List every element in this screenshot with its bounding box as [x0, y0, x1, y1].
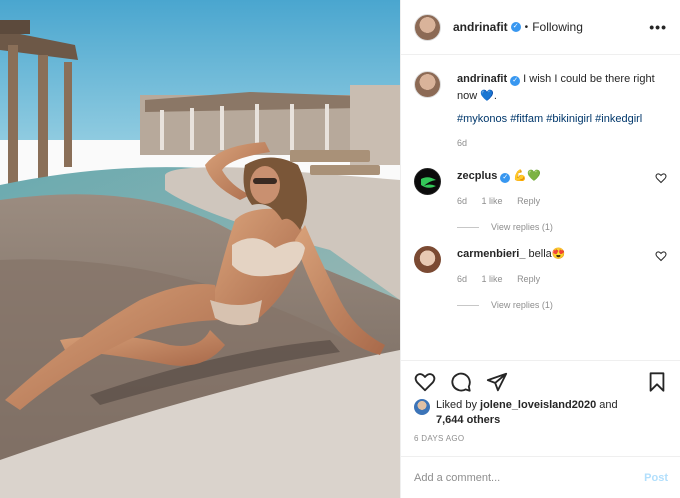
beach-pool-photo: [0, 0, 400, 498]
share-paper-plane-icon[interactable]: [486, 371, 508, 393]
view-replies-button[interactable]: View replies (1): [457, 300, 667, 310]
post-comment-button[interactable]: Post: [644, 472, 668, 484]
replies-divider: [457, 226, 479, 228]
add-comment-bar: Post: [401, 456, 680, 498]
comment-meta: 6d 1 like Reply: [457, 271, 667, 288]
comment-item: zecplus ✓ 💪💚 6d 1 like Reply: [414, 168, 667, 210]
author-avatar[interactable]: [414, 13, 441, 41]
caption-username[interactable]: andrinafit: [457, 73, 507, 85]
comment-avatar[interactable]: [414, 168, 441, 195]
caption-hashtags[interactable]: #mykonos #fitfam #bikinigirl #inkedgirl: [457, 111, 667, 127]
caption: andrinafit ✓ I wish I could be there righ…: [414, 71, 667, 152]
liked-by-and: and: [596, 399, 618, 411]
comment-text: bella😍: [525, 248, 566, 260]
like-comment-heart-icon[interactable]: [655, 172, 667, 184]
comment-meta: 6d 1 like Reply: [457, 193, 667, 210]
comment-username[interactable]: carmenbieri_: [457, 248, 525, 260]
caption-age: 6d: [457, 138, 468, 148]
post-header: andrinafit ✓ • Following •••: [401, 0, 680, 55]
caption-meta: 6d: [457, 135, 667, 152]
liker-avatar[interactable]: [414, 399, 430, 415]
comment-avatar[interactable]: [414, 246, 441, 273]
comment-input[interactable]: [414, 471, 645, 484]
comments-list: andrinafit ✓ I wish I could be there righ…: [401, 55, 680, 358]
view-replies-label: View replies (1): [491, 222, 553, 232]
like-heart-icon[interactable]: [414, 371, 436, 393]
comment-age: 6d: [457, 196, 468, 206]
comment-likes[interactable]: 1 like: [482, 274, 503, 284]
comment-likes[interactable]: 1 like: [482, 196, 503, 206]
post-photo[interactable]: [0, 0, 400, 498]
comment-item: carmenbieri_ bella😍 6d 1 like Reply: [414, 246, 667, 288]
liked-by: Liked by jolene_loveisland2020 and 7,644…: [414, 398, 618, 428]
view-replies-button[interactable]: View replies (1): [457, 222, 667, 232]
following-button[interactable]: Following: [532, 20, 583, 34]
more-options-icon[interactable]: •••: [649, 19, 667, 35]
verified-badge-icon: ✓: [510, 22, 521, 32]
post-timestamp: 6 DAYS AGO: [414, 434, 465, 443]
comment-bubble-icon[interactable]: [450, 371, 472, 393]
verified-badge-icon: ✓: [500, 173, 511, 183]
zecplus-logo-icon: [421, 177, 436, 188]
save-bookmark-icon[interactable]: [646, 371, 668, 393]
reply-button[interactable]: Reply: [517, 196, 540, 206]
likes-count[interactable]: 7,644 others: [436, 414, 500, 426]
caption-avatar[interactable]: [414, 71, 441, 98]
comment-age: 6d: [457, 274, 468, 284]
author-username[interactable]: andrinafit: [453, 20, 508, 34]
comment-username[interactable]: zecplus: [457, 170, 497, 182]
verified-badge-icon: ✓: [510, 76, 521, 86]
reply-button[interactable]: Reply: [517, 274, 540, 284]
separator-dot: •: [524, 21, 529, 33]
replies-divider: [457, 304, 479, 306]
post-side-panel: andrinafit ✓ • Following ••• andrinafit ✓…: [400, 0, 680, 498]
liked-by-prefix: Liked by: [436, 399, 481, 411]
liker-username[interactable]: jolene_loveisland2020: [480, 399, 596, 411]
view-replies-label: View replies (1): [491, 300, 553, 310]
comment-text: 💪💚: [510, 170, 541, 182]
like-comment-heart-icon[interactable]: [655, 250, 667, 262]
